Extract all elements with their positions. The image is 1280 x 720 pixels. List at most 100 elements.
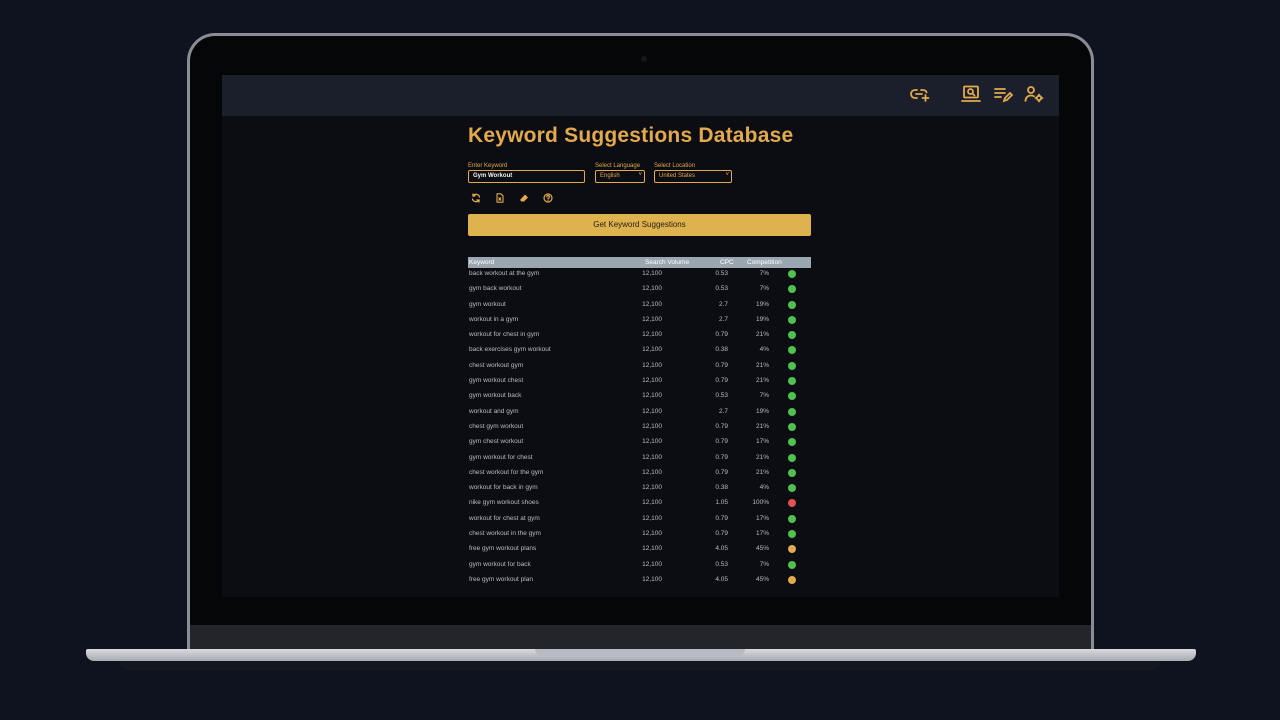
- laptop-base-shadow: [120, 661, 1160, 671]
- competition-status-dot: [788, 392, 796, 401]
- language-select[interactable]: English: [595, 170, 645, 183]
- volume-cell: 12,100: [642, 499, 662, 507]
- link-add-icon[interactable]: [910, 84, 930, 104]
- competition-status-dot: [788, 300, 796, 309]
- search-laptop-icon[interactable]: [961, 84, 981, 104]
- competition-cell: 4%: [759, 346, 769, 354]
- cpc-cell: 4.05: [715, 575, 728, 583]
- volume-cell: 12,100: [642, 285, 662, 293]
- location-select[interactable]: United States: [654, 170, 732, 183]
- volume-cell: 12,100: [642, 453, 662, 461]
- laptop-notch: [535, 649, 745, 656]
- table-row[interactable]: chest workout in the gym 12,100 0.79 17%: [468, 528, 811, 543]
- table-row[interactable]: free gym workout plans 12,100 4.05 45%: [468, 543, 811, 558]
- controls-row: Enter Keyword Gym Workout Select Languag…: [468, 162, 812, 192]
- competition-cell: 21%: [755, 331, 769, 339]
- table-row[interactable]: workout for chest in gym 12,100 0.79 21%: [468, 329, 811, 344]
- competition-status-dot: [788, 514, 796, 523]
- cpc-cell: 0.79: [715, 438, 728, 446]
- header-cpc[interactable]: CPC: [720, 259, 734, 266]
- competition-status-dot: [788, 438, 796, 447]
- cpc-cell: 0.79: [715, 514, 728, 522]
- volume-cell: 12,100: [642, 377, 662, 385]
- table-row[interactable]: gym workout 12,100 2.7 19%: [468, 299, 811, 314]
- help-icon[interactable]: [542, 192, 553, 203]
- header-keyword[interactable]: Keyword: [469, 259, 494, 266]
- table-row[interactable]: chest workout for the gym 12,100 0.79 21%: [468, 467, 811, 482]
- edit-list-icon[interactable]: [993, 84, 1013, 104]
- cpc-cell: 0.79: [715, 331, 728, 339]
- table-row[interactable]: gym chest workout 12,100 0.79 17%: [468, 436, 811, 451]
- table-row[interactable]: chest gym workout 12,100 0.79 21%: [468, 421, 811, 436]
- table-row[interactable]: workout and gym 12,100 2.7 19%: [468, 406, 811, 421]
- competition-cell: 21%: [755, 468, 769, 476]
- competition-status-dot: [788, 545, 796, 554]
- table-row[interactable]: workout in a gym 12,100 2.7 19%: [468, 314, 811, 329]
- keyword-cell: gym workout chest: [469, 377, 524, 385]
- keyword-cell: workout for chest at gym: [469, 514, 540, 522]
- competition-cell: 21%: [755, 422, 769, 430]
- cpc-cell: 0.38: [715, 346, 728, 354]
- cpc-cell: 0.79: [715, 422, 728, 430]
- keyword-input[interactable]: Gym Workout: [468, 170, 585, 183]
- refresh-icon[interactable]: [470, 192, 481, 203]
- get-suggestions-button[interactable]: Get Keyword Suggestions: [468, 214, 811, 236]
- header-competition[interactable]: Competition: [747, 259, 782, 266]
- keyword-cell: chest workout for the gym: [469, 468, 544, 476]
- cpc-cell: 0.53: [715, 285, 728, 293]
- competition-status-dot: [788, 315, 796, 324]
- user-settings-icon[interactable]: [1024, 84, 1044, 104]
- table-row[interactable]: workout for chest at gym 12,100 0.79 17%: [468, 513, 811, 528]
- language-label: Select Language: [595, 163, 641, 169]
- competition-status-dot: [788, 453, 796, 462]
- volume-cell: 12,100: [642, 530, 662, 538]
- cpc-cell: 2.7: [718, 300, 728, 308]
- table-row[interactable]: gym workout back 12,100 0.53 7%: [468, 390, 811, 405]
- keyword-cell: gym workout for back: [469, 560, 531, 568]
- competition-status-dot: [788, 530, 796, 539]
- header-search-volume[interactable]: Search Volume: [645, 259, 689, 266]
- competition-cell: 21%: [755, 377, 769, 385]
- keyword-cell: nike gym workout shoes: [469, 499, 539, 507]
- table-row[interactable]: gym workout for chest 12,100 0.79 21%: [468, 452, 811, 467]
- table-row[interactable]: free gym workout plan 12,100 4.05 45%: [468, 574, 811, 589]
- keyword-cell: chest workout gym: [469, 361, 524, 369]
- table-row[interactable]: gym workout chest 12,100 0.79 21%: [468, 375, 811, 390]
- table-row[interactable]: chest workout gym 12,100 0.79 21%: [468, 360, 811, 375]
- volume-cell: 12,100: [642, 300, 662, 308]
- cpc-cell: 0.53: [715, 560, 728, 568]
- competition-status-dot: [788, 270, 796, 278]
- export-file-icon[interactable]: [494, 192, 505, 203]
- keyword-cell: back workout at the gym: [469, 270, 540, 277]
- volume-cell: 12,100: [642, 575, 662, 583]
- keyword-cell: gym workout: [469, 300, 506, 308]
- location-control: Select Location United States: [654, 162, 732, 183]
- competition-status-dot: [788, 331, 796, 340]
- table-row[interactable]: workout for back in gym 12,100 0.38 4%: [468, 482, 811, 497]
- volume-cell: 12,100: [642, 361, 662, 369]
- table-row[interactable]: nike gym workout shoes 12,100 1.05 100%: [468, 497, 811, 512]
- competition-status-dot: [788, 377, 796, 386]
- table-row[interactable]: back workout at the gym 12,100 0.53 7%: [468, 268, 811, 283]
- competition-cell: 45%: [755, 575, 769, 583]
- competition-status-dot: [788, 346, 796, 355]
- competition-cell: 4%: [759, 484, 769, 492]
- volume-cell: 12,100: [642, 468, 662, 476]
- keyword-control: Enter Keyword Gym Workout: [468, 162, 585, 183]
- camera: [641, 56, 647, 62]
- screen: Keyword Suggestions Database Enter Keywo…: [222, 75, 1059, 597]
- table-row[interactable]: gym back workout 12,100 0.53 7%: [468, 283, 811, 298]
- eraser-icon[interactable]: [518, 192, 529, 203]
- table-row[interactable]: back exercises gym workout 12,100 0.38 4%: [468, 344, 811, 359]
- keyword-app: Keyword Suggestions Database Enter Keywo…: [468, 120, 812, 589]
- keyword-label: Enter Keyword: [468, 163, 508, 169]
- cpc-cell: 2.7: [718, 407, 728, 415]
- volume-cell: 12,100: [642, 392, 662, 400]
- cpc-cell: 0.38: [715, 484, 728, 492]
- competition-status-dot: [788, 468, 796, 477]
- volume-cell: 12,100: [642, 514, 662, 522]
- language-control: Select Language English: [595, 162, 645, 183]
- keyword-cell: free gym workout plans: [469, 545, 537, 553]
- table-row[interactable]: gym workout for back 12,100 0.53 7%: [468, 559, 811, 574]
- volume-cell: 12,100: [642, 331, 662, 339]
